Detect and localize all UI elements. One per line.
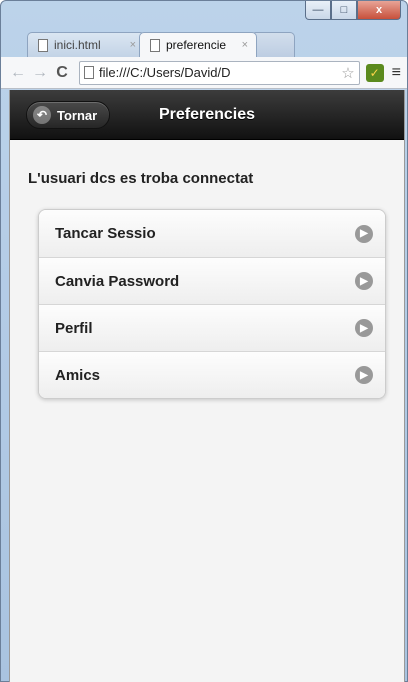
list-item-perfil[interactable]: Perfil ▶ [39, 304, 385, 351]
maximize-button[interactable]: □ [331, 1, 357, 20]
list-item-label: Tancar Sessio [55, 225, 156, 242]
tab-label: preferencie [166, 38, 227, 52]
title-bar: — □ x [1, 1, 407, 31]
back-arrow-icon[interactable]: ← [7, 64, 29, 82]
options-list: Tancar Sessio ▶ Canvia Password ▶ Perfil… [38, 209, 386, 399]
reload-icon[interactable]: C [51, 64, 73, 82]
forward-arrow-icon[interactable]: → [29, 64, 51, 82]
page-header: ↶ Tornar Preferencies [10, 90, 404, 140]
list-item-tancar-sessio[interactable]: Tancar Sessio ▶ [39, 210, 385, 257]
chevron-right-icon: ▶ [355, 224, 373, 243]
list-item-amics[interactable]: Amics ▶ [39, 351, 385, 398]
menu-icon[interactable]: ≡ [392, 64, 401, 82]
extension-icon[interactable]: ✓ [365, 63, 384, 82]
back-arrow-icon: ↶ [33, 106, 51, 124]
back-button[interactable]: ↶ Tornar [26, 101, 111, 129]
document-icon [150, 38, 160, 52]
close-button[interactable]: x [357, 1, 401, 20]
chevron-right-icon: ▶ [355, 272, 373, 290]
page-title: Preferencies [158, 105, 256, 123]
tab-close-icon[interactable]: × [130, 39, 136, 51]
chevron-right-icon: ▶ [355, 319, 373, 337]
page-viewport: ↶ Tornar Preferencies L'usuari dcs es tr… [9, 90, 405, 682]
url-text[interactable]: file:///C:/Users/David/D [99, 65, 338, 80]
tab-inici[interactable]: inici.html × [27, 32, 145, 57]
tab-label: inici.html [54, 38, 101, 52]
tab-close-icon[interactable]: × [242, 39, 248, 51]
list-item-label: Canvia Password [55, 272, 180, 290]
window-controls: — □ x [305, 1, 401, 20]
back-button-label: Tornar [57, 107, 98, 123]
status-text: L'usuari dcs es troba connectat [28, 170, 254, 187]
chevron-right-icon: ▶ [355, 366, 373, 384]
list-item-canvia-password[interactable]: Canvia Password ▶ [39, 257, 385, 304]
document-icon [84, 66, 94, 79]
tab-strip: inici.html × preferencie × [27, 31, 295, 57]
star-icon[interactable]: ☆ [341, 64, 354, 82]
browser-toolbar: ← → C file:///C:/Users/David/D ☆ ✓ ≡ [1, 57, 407, 89]
minimize-button[interactable]: — [305, 1, 331, 20]
list-item-label: Perfil [55, 319, 93, 337]
browser-window: — □ x inici.html × preferencie × ← → C f… [0, 0, 408, 682]
document-icon [38, 38, 48, 52]
address-bar[interactable]: file:///C:/Users/David/D ☆ [79, 60, 360, 85]
list-item-label: Amics [55, 366, 101, 384]
page-content: L'usuari dcs es troba connectat Tancar S… [10, 140, 404, 429]
tab-preferencies[interactable]: preferencie × [139, 32, 257, 57]
new-tab-button[interactable] [251, 32, 295, 57]
